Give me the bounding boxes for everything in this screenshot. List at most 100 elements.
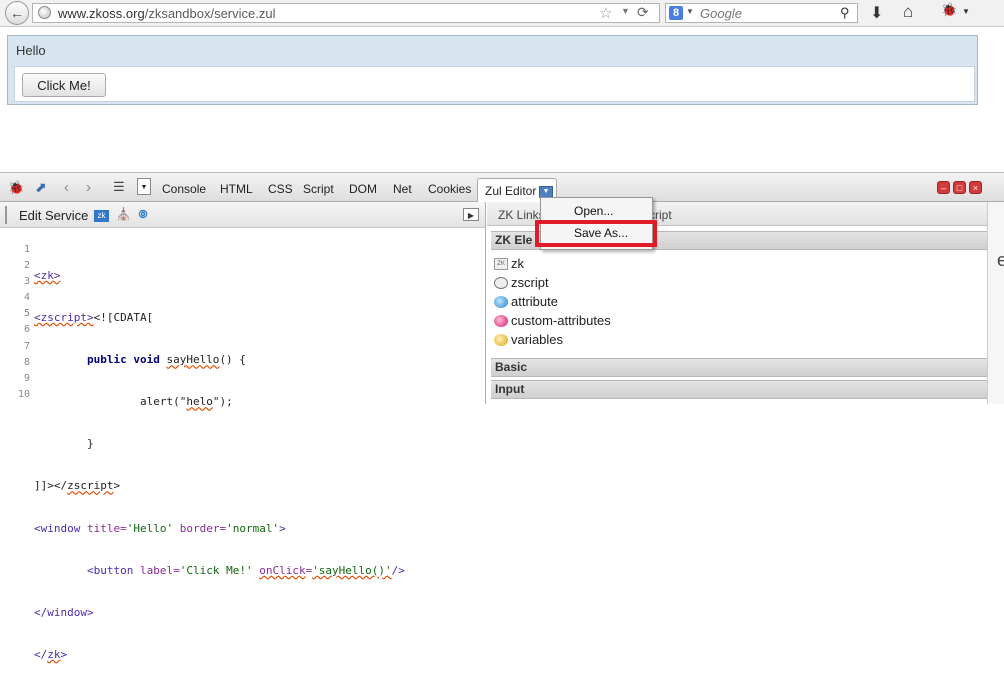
menu-dropdown-icon[interactable]: ▼ bbox=[962, 7, 970, 16]
section-input[interactable]: Input bbox=[491, 380, 987, 399]
tab-net[interactable]: Net bbox=[393, 182, 412, 196]
window-body: Click Me! bbox=[14, 66, 975, 102]
firebug-tab-bar: 🐞 ⬈ ‹ › ☰ ▼ Console HTML CSS Script DOM … bbox=[0, 172, 1004, 203]
code-token: } bbox=[34, 437, 94, 451]
collapse-pane-icon[interactable]: ▶ bbox=[463, 208, 479, 221]
section-basic[interactable]: Basic bbox=[491, 358, 987, 377]
item-label: variables bbox=[511, 332, 564, 347]
editor-title: Edit Service bbox=[19, 208, 89, 223]
search-engine-icon[interactable]: 8 bbox=[669, 6, 683, 20]
home-icon[interactable]: ⌂ bbox=[903, 2, 913, 22]
prev-arrow-icon[interactable]: ‹ bbox=[64, 179, 69, 196]
zk-logo-icon[interactable]: zk bbox=[94, 210, 109, 222]
zk-icon: ZK bbox=[494, 257, 508, 270]
search-input[interactable]: 8 ▼ Google ⚲ bbox=[665, 3, 858, 23]
code-token: 'normal' bbox=[226, 521, 280, 535]
list-item[interactable]: custom-attributes bbox=[494, 313, 611, 328]
attribute-icon bbox=[494, 295, 508, 308]
code-token: helo bbox=[186, 395, 213, 409]
window-title: Hello bbox=[16, 43, 46, 58]
zscript-icon bbox=[494, 276, 508, 289]
panel-dropdown-icon[interactable]: ▼ bbox=[137, 178, 151, 195]
url-host: www.zkoss.org bbox=[58, 6, 145, 21]
menu-item-open[interactable]: Open... bbox=[574, 204, 613, 218]
code-token: label= bbox=[139, 563, 180, 577]
tab-css[interactable]: CSS bbox=[268, 182, 293, 196]
code-token: 'Click Me!' bbox=[179, 563, 260, 577]
code-token: </window> bbox=[34, 605, 94, 619]
star-icon[interactable]: ☆ bbox=[599, 4, 612, 22]
edge-text: e bbox=[997, 250, 1004, 270]
globe-icon bbox=[38, 6, 51, 19]
line-number: 5 bbox=[23, 308, 30, 320]
code-token: 'sayHello()' bbox=[312, 563, 392, 577]
tree-icon[interactable]: ⛪ bbox=[116, 207, 131, 221]
close-icon[interactable]: × bbox=[969, 181, 982, 194]
code-token: > bbox=[279, 521, 286, 535]
click-me-button[interactable]: Click Me! bbox=[22, 73, 106, 97]
code-token: alert(" bbox=[34, 395, 187, 409]
variables-icon bbox=[494, 333, 508, 346]
next-arrow-icon[interactable]: › bbox=[86, 179, 91, 196]
url-text: www.zkoss.org/zksandbox/service.zul bbox=[58, 6, 275, 21]
dropdown-icon[interactable]: ▼ bbox=[621, 6, 630, 16]
firebug-icon[interactable]: 🐞 bbox=[941, 2, 957, 18]
url-bar[interactable]: www.zkoss.org/zksandbox/service.zul ☆ ▼ … bbox=[32, 3, 660, 23]
code-token: <button bbox=[34, 563, 140, 577]
code-token: /> bbox=[391, 563, 405, 577]
search-engine-dropdown-icon[interactable]: ▼ bbox=[686, 7, 694, 16]
palette-scrollbar[interactable] bbox=[987, 202, 1004, 404]
code-token: <![CDATA[ bbox=[93, 311, 154, 325]
code-token: onClick bbox=[259, 563, 306, 577]
reload-icon[interactable]: ⟳ bbox=[637, 4, 649, 21]
highlight-box bbox=[535, 220, 657, 247]
magnifier-icon[interactable]: ⚲ bbox=[840, 5, 850, 21]
item-label: custom-attributes bbox=[511, 313, 611, 328]
back-arrow-icon[interactable]: ← bbox=[5, 1, 29, 25]
code-token: "); bbox=[212, 395, 233, 409]
code-token: = bbox=[305, 563, 313, 577]
line-number: 7 bbox=[23, 340, 30, 352]
tab-dom[interactable]: DOM bbox=[349, 182, 377, 196]
list-icon[interactable]: ☰ bbox=[113, 179, 125, 195]
zul-editor-pane: Edit Service zk ⛪ ⦾ ▶ 1 2 3 4 5 6 7 8 9 … bbox=[0, 202, 486, 661]
line-number: 8 bbox=[23, 356, 30, 368]
code-token: <zk> bbox=[34, 269, 61, 282]
list-item[interactable]: ZK zk bbox=[494, 256, 524, 271]
code-token: sayHello bbox=[166, 353, 220, 367]
tab-zul-editor-label: Zul Editor bbox=[485, 184, 537, 198]
tab-script[interactable]: Script bbox=[303, 182, 334, 196]
detach-icon[interactable]: □ bbox=[953, 181, 966, 194]
code-token: > bbox=[60, 647, 68, 661]
zk-z-icon[interactable]: ⦾ bbox=[139, 209, 148, 221]
firebug-icon[interactable]: 🐞 bbox=[8, 180, 24, 196]
list-item[interactable]: zscript bbox=[494, 275, 549, 290]
tab-console[interactable]: Console bbox=[162, 182, 206, 196]
code-token: > bbox=[113, 479, 121, 493]
line-number: 10 bbox=[17, 388, 30, 400]
item-label: zk bbox=[511, 256, 524, 271]
inspect-icon[interactable]: ⬈ bbox=[35, 179, 47, 196]
code-token: border= bbox=[179, 521, 227, 535]
code-token: title= bbox=[86, 521, 127, 535]
line-numbers: 1 2 3 4 5 6 7 8 9 10 bbox=[0, 242, 30, 403]
zk-window: Hello Click Me! bbox=[7, 35, 978, 105]
tab-html[interactable]: HTML bbox=[220, 182, 253, 196]
code-token: zk bbox=[47, 647, 61, 661]
item-label: zscript bbox=[511, 275, 549, 290]
editor-header: Edit Service zk ⛪ ⦾ ▶ bbox=[0, 202, 485, 228]
code-editor[interactable]: <zk> <zscript><![CDATA[ public void sayH… bbox=[34, 242, 405, 689]
splitter-handle[interactable] bbox=[5, 206, 7, 224]
code-token: <window bbox=[34, 521, 87, 535]
code-token: zscript bbox=[67, 479, 114, 493]
list-item[interactable]: attribute bbox=[494, 294, 558, 309]
minimize-icon[interactable]: – bbox=[937, 181, 950, 194]
line-number: 2 bbox=[23, 260, 30, 272]
line-number: 6 bbox=[23, 324, 30, 336]
list-item[interactable]: variables bbox=[494, 332, 563, 347]
tab-cookies[interactable]: Cookies bbox=[428, 182, 471, 196]
code-token: () { bbox=[219, 353, 246, 367]
download-icon[interactable]: ⬇ bbox=[870, 3, 883, 23]
code-token: <zscript> bbox=[34, 311, 94, 325]
code-token: 'Hello' bbox=[126, 521, 180, 535]
